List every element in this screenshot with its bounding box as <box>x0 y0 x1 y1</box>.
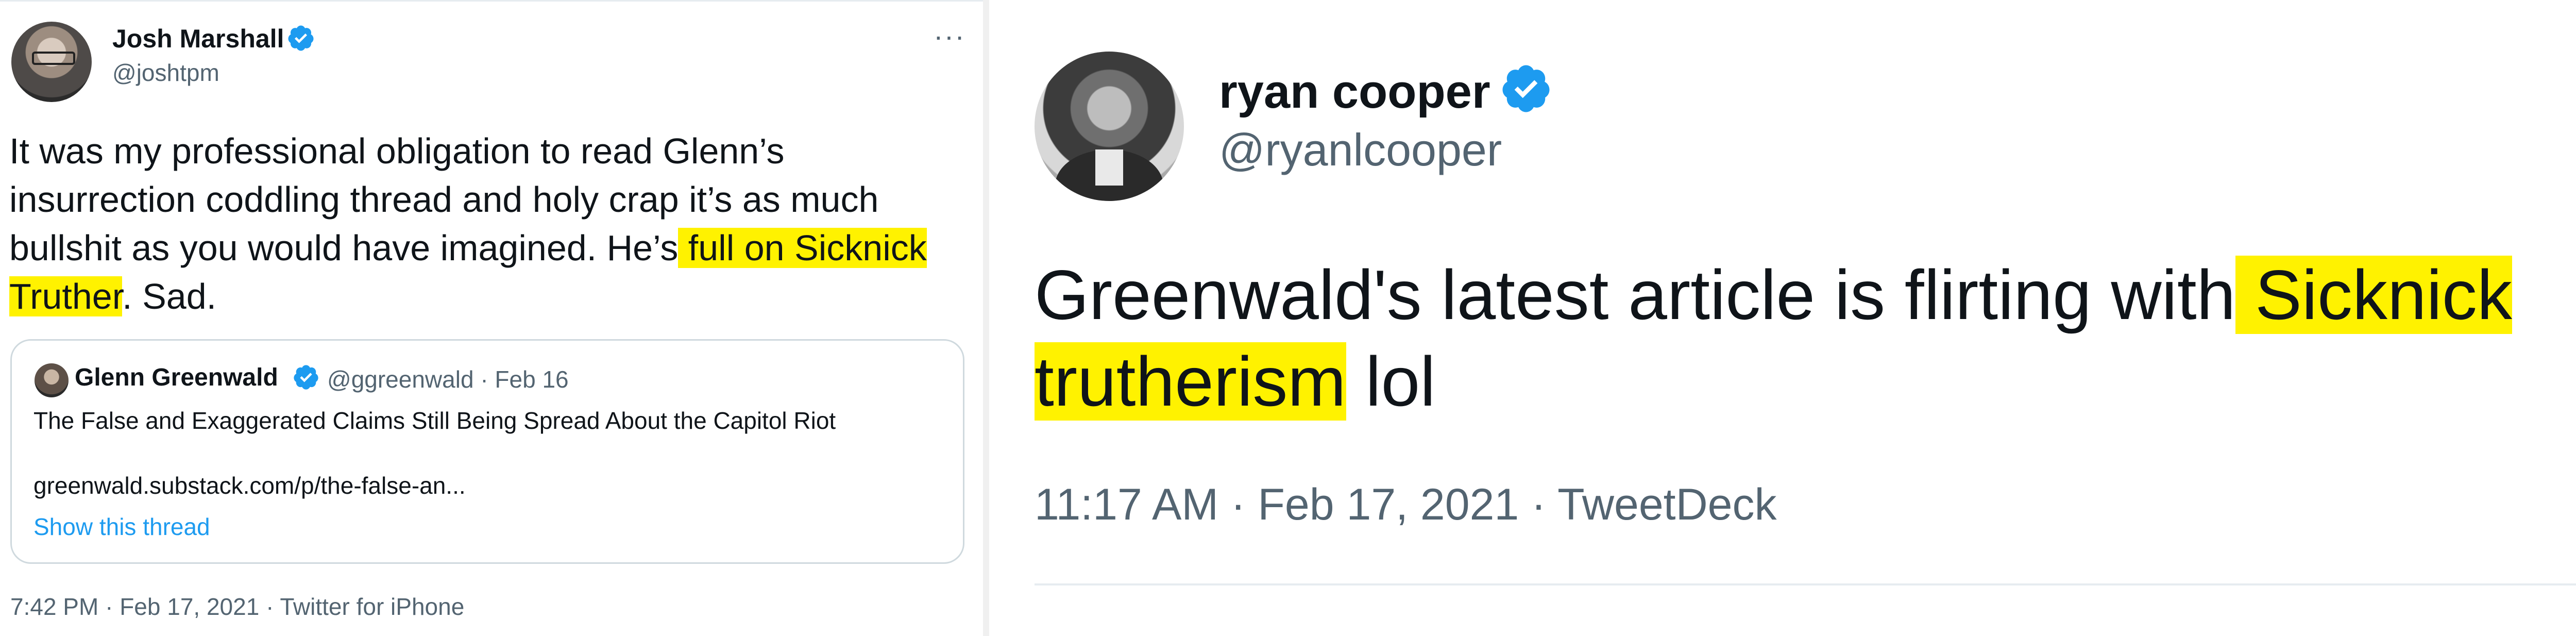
author-handle[interactable]: @joshtpm <box>112 59 219 87</box>
verified-badge-icon <box>1502 65 1550 112</box>
quoted-link-url[interactable]: greenwald.substack.com/p/the-false-an... <box>33 472 466 499</box>
left-tweet-card: Josh Marshall @joshtpm ··· It was my pro… <box>0 0 983 636</box>
author-handle[interactable]: @ryanlcooper <box>1219 124 1502 176</box>
top-divider <box>0 0 983 2</box>
more-dots-icon[interactable]: ··· <box>934 22 965 51</box>
tweet-text-part1: Greenwald's latest article is flirting w… <box>1035 256 2236 334</box>
author-avatar[interactable] <box>1035 52 1184 201</box>
author-avatar[interactable] <box>11 22 92 102</box>
author-name[interactable]: ryan cooper <box>1219 65 1490 119</box>
quoted-author-avatar[interactable] <box>35 363 69 397</box>
avatar-glasses <box>32 52 75 65</box>
panel-divider <box>983 0 989 636</box>
bottom-divider <box>1035 583 2576 585</box>
avatar-collar <box>1095 149 1123 186</box>
quoted-author-name[interactable]: Glenn Greenwald <box>75 363 278 392</box>
quoted-tweet-card[interactable]: Glenn Greenwald @ggreenwald · Feb 16 The… <box>10 339 964 564</box>
right-tweet-card: ryan cooper @ryanlcooper Greenwald's lat… <box>989 0 2576 636</box>
quoted-link-title[interactable]: The False and Exaggerated Claims Still B… <box>33 407 836 434</box>
tweet-timestamp[interactable]: 11:17 AM · Feb 17, 2021 · TweetDeck <box>1035 479 1777 530</box>
verified-badge-icon <box>294 365 318 390</box>
tweet-text: Greenwald's latest article is flirting w… <box>1035 252 2576 425</box>
tweet-timestamp[interactable]: 7:42 PM · Feb 17, 2021 · Twitter for iPh… <box>10 593 464 621</box>
verified-badge-icon <box>288 25 314 51</box>
tweet-text: It was my professional obligation to rea… <box>9 127 978 321</box>
tweet-text-part2: lol <box>1346 342 1436 421</box>
show-thread-link[interactable]: Show this thread <box>33 513 210 541</box>
tweet-text-part2: . Sad. <box>122 276 217 316</box>
quoted-handle-date[interactable]: @ggreenwald · Feb 16 <box>327 365 569 393</box>
author-name[interactable]: Josh Marshall <box>112 24 284 54</box>
